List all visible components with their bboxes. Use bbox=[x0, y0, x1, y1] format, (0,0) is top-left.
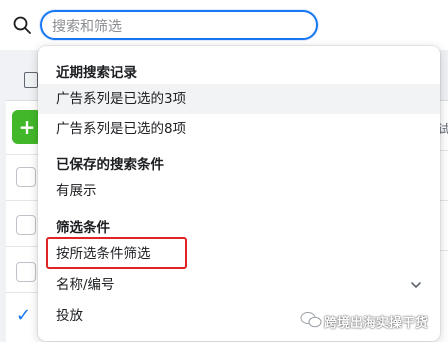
filters-header: 筛选条件 bbox=[56, 220, 110, 236]
chevron-down-icon bbox=[411, 282, 421, 288]
filter-delivery-label: 投放 bbox=[56, 308, 83, 324]
saved-search-label: 有展示 bbox=[56, 183, 97, 199]
table-row-divider bbox=[6, 246, 40, 248]
recent-searches-header: 近期搜索记录 bbox=[56, 65, 137, 81]
search-field[interactable] bbox=[40, 10, 318, 40]
table-row-divider bbox=[6, 200, 40, 202]
saved-search-item[interactable]: 有展示 bbox=[38, 176, 440, 206]
recent-search-item[interactable]: 广告系列是已选的8项 bbox=[38, 114, 440, 144]
watermark-text: 跨境出海实操干货 bbox=[324, 316, 429, 331]
watermark: 跨境出海实操干货 bbox=[300, 308, 440, 332]
search-bar bbox=[0, 0, 448, 50]
search-input[interactable] bbox=[50, 16, 304, 38]
filter-name-id-label: 名称/编号 bbox=[56, 277, 115, 293]
row-checkbox-checked[interactable]: ✓ bbox=[16, 306, 36, 326]
table-row-divider bbox=[6, 154, 40, 156]
search-icon[interactable] bbox=[12, 15, 32, 35]
row-checkbox[interactable] bbox=[16, 262, 36, 282]
row-checkbox[interactable] bbox=[16, 167, 36, 187]
search-suggestions-dropdown: 近期搜索记录 广告系列是已选的3项 广告系列是已选的8项 已保存的搜索条件 有展… bbox=[38, 46, 440, 341]
highlight-annotation bbox=[46, 237, 187, 269]
recent-search-label: 广告系列是已选的3项 bbox=[56, 91, 187, 107]
table-row-divider bbox=[6, 292, 40, 294]
recent-search-item[interactable]: 广告系列是已选的3项 bbox=[38, 84, 440, 114]
row-checkbox[interactable] bbox=[16, 215, 36, 235]
wechat-icon bbox=[300, 312, 322, 328]
filter-name-id-item[interactable]: 名称/编号 bbox=[38, 270, 440, 300]
saved-searches-header: 已保存的搜索条件 bbox=[56, 157, 164, 173]
recent-search-label: 广告系列是已选的8项 bbox=[56, 121, 187, 137]
document-icon bbox=[24, 72, 38, 88]
